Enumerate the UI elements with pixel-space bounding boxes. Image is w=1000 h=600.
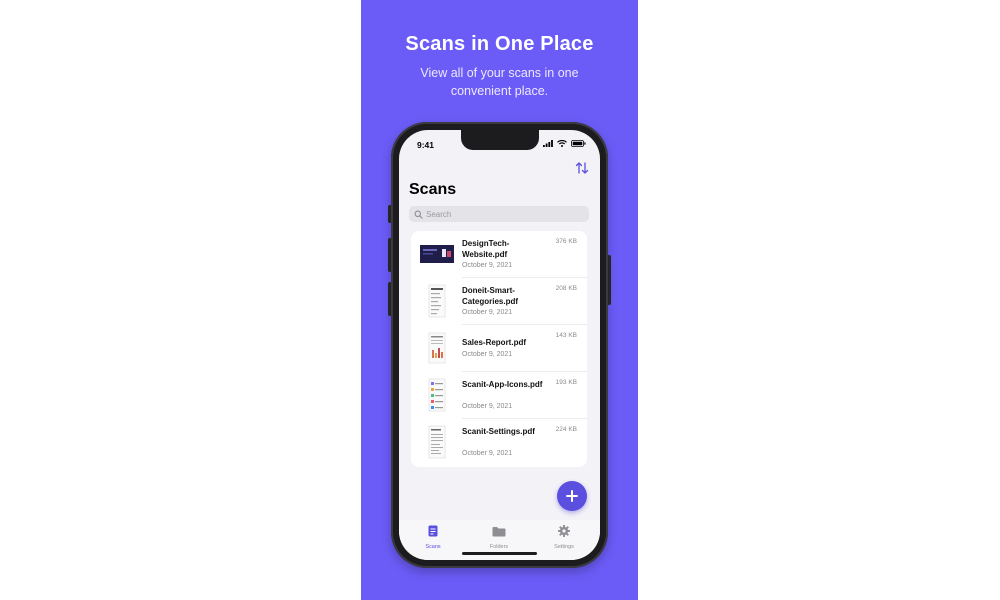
list-item[interactable]: Scanit-Settings.pdf October 9, 2021 224 …: [411, 419, 587, 466]
file-size: 376 KB: [555, 238, 577, 245]
file-name: DesignTech-Website.pdf: [462, 239, 510, 259]
search-icon: [414, 210, 423, 219]
pdf-thumbnail: [428, 425, 446, 459]
gear-icon: [558, 525, 570, 537]
tab-label: Folders: [489, 544, 509, 550]
file-size: 193 KB: [555, 379, 577, 386]
file-date: October 9, 2021: [462, 403, 513, 410]
signal-icon: [543, 140, 553, 147]
tab-folders[interactable]: Folders: [474, 524, 524, 550]
pdf-thumbnail: [428, 284, 446, 318]
file-name: Doneit-Smart-Categories.pdf: [462, 286, 519, 306]
tab-bar: Scans Folders Settings: [399, 520, 600, 560]
promo-subtitle: View all of your scans in one convenient…: [420, 66, 579, 98]
phone-frame: 9:41 Scans Search DesignTech-Website.pdf…: [391, 122, 608, 568]
sort-button[interactable]: [574, 160, 590, 176]
status-time: 9:41: [417, 140, 435, 150]
pdf-thumbnail: [428, 378, 446, 412]
list-item[interactable]: Scanit-App-Icons.pdf October 9, 2021 193…: [411, 372, 587, 419]
file-size: 224 KB: [555, 426, 577, 433]
file-size: 143 KB: [555, 332, 577, 339]
tab-settings[interactable]: Settings: [539, 524, 589, 550]
pdf-thumbnail: [428, 332, 446, 364]
promo-title: Scans in One Place: [405, 33, 594, 55]
wifi-icon: [557, 140, 567, 147]
file-date: October 9, 2021: [462, 351, 513, 358]
file-size: 208 KB: [555, 285, 577, 292]
screen-title: Scans: [409, 181, 457, 198]
file-date: October 9, 2021: [462, 309, 513, 316]
pdf-thumbnail: [420, 245, 454, 263]
document-icon: [428, 525, 438, 537]
scan-list: DesignTech-Website.pdf October 9, 2021 3…: [411, 231, 587, 467]
file-name: Sales-Report.pdf: [462, 338, 527, 347]
search-bar[interactable]: [409, 206, 589, 222]
home-indicator: [462, 552, 537, 555]
file-name: Scanit-Settings.pdf: [462, 427, 535, 436]
notch: [461, 130, 539, 150]
search-input[interactable]: [426, 209, 576, 219]
list-item[interactable]: Doneit-Smart-Categories.pdf October 9, 2…: [411, 278, 587, 325]
tab-label: Settings: [554, 544, 574, 550]
folder-icon: [492, 527, 506, 537]
phone-screen: 9:41 Scans Search DesignTech-Website.pdf…: [399, 130, 600, 560]
status-icons: [543, 140, 586, 147]
add-scan-button[interactable]: [557, 481, 587, 511]
list-item[interactable]: DesignTech-Website.pdf October 9, 2021 3…: [411, 231, 587, 278]
plus-icon: [566, 490, 578, 502]
list-item[interactable]: Sales-Report.pdf October 9, 2021 143 KB: [411, 325, 587, 372]
sort-arrows-icon: [575, 162, 589, 174]
tab-label: Scans: [425, 544, 441, 550]
tab-scans[interactable]: Scans: [408, 524, 458, 550]
battery-icon: [571, 140, 586, 147]
file-date: October 9, 2021: [462, 262, 513, 269]
file-name: Scanit-App-Icons.pdf: [462, 380, 543, 389]
file-date: October 9, 2021: [462, 450, 513, 457]
